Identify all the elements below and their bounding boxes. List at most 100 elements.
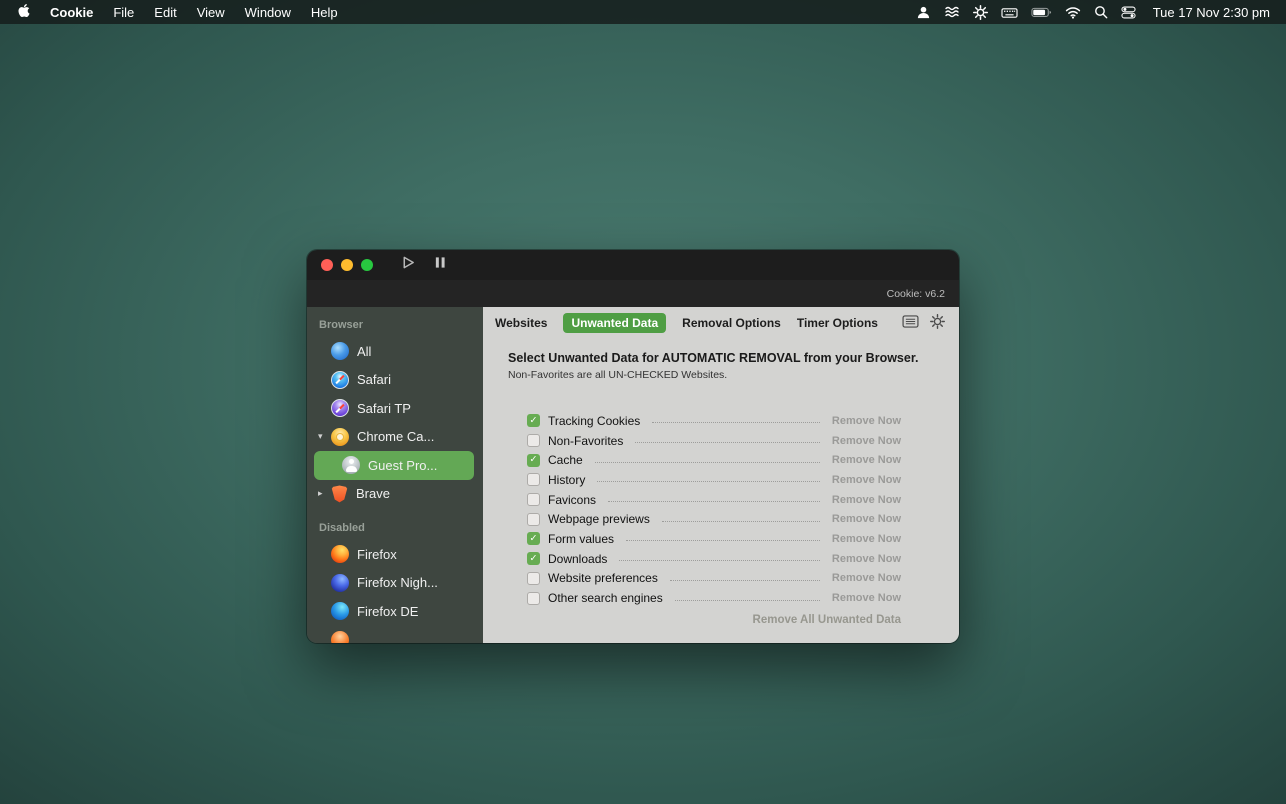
leader-line — [662, 521, 820, 522]
keyboard-icon[interactable] — [1001, 5, 1018, 20]
remove-now-button[interactable]: Remove Now — [832, 415, 901, 427]
checkbox[interactable] — [527, 592, 540, 605]
menu-file[interactable]: File — [113, 5, 134, 20]
data-row-downloads: Downloads Remove Now — [527, 549, 901, 569]
window-titlebar[interactable] — [307, 250, 959, 280]
row-label: Other search engines — [548, 591, 663, 605]
leader-line — [652, 422, 820, 423]
leader-line — [608, 501, 820, 502]
sidebar-item-firefox-de[interactable]: Firefox DE — [307, 597, 483, 626]
remove-now-button[interactable]: Remove Now — [832, 513, 901, 525]
remove-now-button[interactable]: Remove Now — [832, 474, 901, 486]
menu-help[interactable]: Help — [311, 5, 338, 20]
network-waves-icon[interactable] — [944, 4, 960, 20]
globe-icon — [331, 342, 349, 360]
menu-window[interactable]: Window — [245, 5, 291, 20]
list-view-icon[interactable] — [902, 315, 919, 331]
data-row-webpage-previews: Webpage previews Remove Now — [527, 509, 901, 529]
leader-line — [675, 600, 820, 601]
sidebar-item-firefox-nightly[interactable]: Firefox Nigh... — [307, 569, 483, 598]
sidebar-item-chrome-canary[interactable]: ▾ Chrome Ca... — [307, 423, 483, 452]
leader-line — [595, 462, 820, 463]
sidebar-item-label: Firefox DE — [357, 604, 418, 619]
remove-now-button[interactable]: Remove Now — [832, 454, 901, 466]
checkbox[interactable] — [527, 532, 540, 545]
firefox-nightly-icon — [331, 574, 349, 592]
sidebar-item-clipped[interactable] — [307, 626, 483, 644]
sidebar-item-label: Firefox Nigh... — [357, 575, 438, 590]
row-label: Website preferences — [548, 571, 658, 585]
wifi-icon[interactable] — [1065, 6, 1081, 19]
tab-removal-options[interactable]: Removal Options — [682, 316, 781, 330]
firefox-icon — [331, 545, 349, 563]
pause-button[interactable] — [434, 255, 447, 275]
sidebar-item-label: Brave — [356, 486, 390, 501]
cookie-app-window: Cookie: v6.2 Browser All Safari Safari T… — [307, 250, 959, 643]
sidebar-item-label: Safari — [357, 372, 391, 387]
checkbox[interactable] — [527, 414, 540, 427]
tab-websites[interactable]: Websites — [495, 316, 547, 330]
checkbox[interactable] — [527, 493, 540, 506]
minimize-window-button[interactable] — [341, 259, 353, 271]
sidebar-item-label: All — [357, 344, 371, 359]
chevron-down-icon[interactable]: ▾ — [318, 431, 323, 442]
remove-now-button[interactable]: Remove Now — [832, 533, 901, 545]
row-label: Non-Favorites — [548, 434, 623, 448]
spotlight-search-icon[interactable] — [1094, 5, 1108, 19]
checkbox[interactable] — [527, 454, 540, 467]
remove-now-button[interactable]: Remove Now — [832, 435, 901, 447]
section-label-disabled: Disabled — [307, 508, 483, 540]
sidebar-item-firefox[interactable]: Firefox — [307, 540, 483, 569]
remove-now-button[interactable]: Remove Now — [832, 572, 901, 584]
chromium-icon — [331, 631, 349, 643]
checkbox[interactable] — [527, 572, 540, 585]
row-label: Cache — [548, 453, 583, 467]
user-switch-icon[interactable] — [916, 5, 931, 20]
leader-line — [635, 442, 820, 443]
close-window-button[interactable] — [321, 259, 333, 271]
chevron-right-icon[interactable]: ▸ — [318, 488, 323, 499]
sidebar-item-safari-tp[interactable]: Safari TP — [307, 394, 483, 423]
gear-icon[interactable] — [930, 314, 945, 332]
checkbox[interactable] — [527, 513, 540, 526]
browser-sidebar: Browser All Safari Safari TP ▾ Chrome Ca… — [307, 307, 483, 643]
menu-view[interactable]: View — [197, 5, 225, 20]
menubar-clock[interactable]: Tue 17 Nov 2:30 pm — [1153, 5, 1270, 20]
menubar-app-name[interactable]: Cookie — [50, 5, 93, 20]
data-row-favicons: Favicons Remove Now — [527, 490, 901, 510]
apple-logo-icon[interactable] — [18, 3, 30, 21]
menu-edit[interactable]: Edit — [154, 5, 176, 20]
sidebar-item-all[interactable]: All — [307, 337, 483, 366]
tab-timer-options[interactable]: Timer Options — [797, 316, 878, 330]
sidebar-item-safari[interactable]: Safari — [307, 366, 483, 395]
leader-line — [619, 560, 820, 561]
zoom-window-button[interactable] — [361, 259, 373, 271]
leader-line — [597, 481, 820, 482]
sidebar-item-label: Guest Pro... — [368, 458, 437, 473]
row-label: Webpage previews — [548, 512, 650, 526]
settings-gear-icon[interactable] — [973, 5, 988, 20]
version-bar: Cookie: v6.2 — [307, 280, 959, 307]
checkbox[interactable] — [527, 434, 540, 447]
checkbox[interactable] — [527, 552, 540, 565]
row-label: Favicons — [548, 493, 596, 507]
version-label: Cookie: v6.2 — [887, 288, 945, 300]
sidebar-item-brave[interactable]: ▸ Brave — [307, 480, 483, 509]
battery-icon[interactable] — [1031, 5, 1052, 20]
checkbox[interactable] — [527, 473, 540, 486]
data-row-tracking-cookies: Tracking Cookies Remove Now — [527, 411, 901, 431]
menubar: Cookie File Edit View Window Help — [0, 0, 1286, 24]
remove-all-unwanted-data-button[interactable]: Remove All Unwanted Data — [483, 614, 901, 626]
data-row-form-values: Form values Remove Now — [527, 529, 901, 549]
remove-now-button[interactable]: Remove Now — [832, 494, 901, 506]
firefox-de-icon — [331, 602, 349, 620]
row-label: Tracking Cookies — [548, 414, 640, 428]
control-center-icon[interactable] — [1121, 5, 1136, 20]
tab-unwanted-data[interactable]: Unwanted Data — [563, 313, 666, 333]
section-label-browser: Browser — [307, 317, 483, 337]
remove-now-button[interactable]: Remove Now — [832, 553, 901, 565]
play-button[interactable] — [401, 255, 416, 275]
remove-now-button[interactable]: Remove Now — [832, 592, 901, 604]
sidebar-item-label: Firefox — [357, 547, 397, 562]
sidebar-item-guest-profile[interactable]: Guest Pro... — [314, 451, 474, 480]
